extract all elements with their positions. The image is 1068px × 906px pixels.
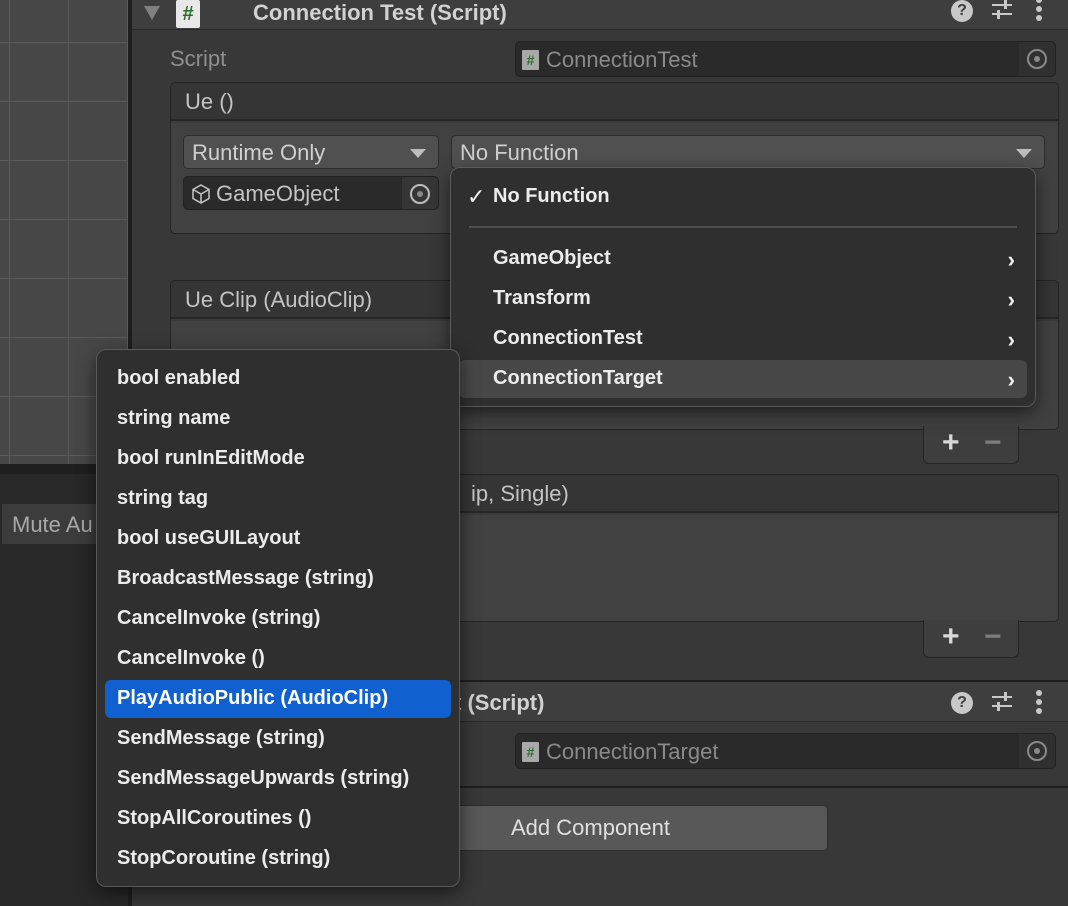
object-picker-button[interactable] — [402, 177, 438, 209]
gameobject-cube-icon — [192, 184, 210, 204]
checkmark-icon: ✓ — [467, 184, 486, 209]
script-value: ConnectionTarget — [546, 739, 719, 764]
menu-item-label: SendMessageUpwards (string) — [117, 767, 410, 789]
chevron-right-icon: › — [1007, 247, 1015, 272]
target-icon — [1027, 741, 1047, 761]
add-component-label: Add Component — [511, 815, 670, 840]
foldout-arrow-icon[interactable] — [144, 6, 160, 20]
event-header: Ue () — [171, 83, 1058, 121]
menu-item-label: PlayAudioPublic (AudioClip) — [117, 687, 389, 709]
component-header-connection-test[interactable]: # Connection Test (Script) ? — [132, 0, 1068, 30]
add-listener-button[interactable]: + — [942, 428, 960, 458]
menu-item-label: StopAllCoroutines () — [117, 807, 312, 829]
menu-item-label: string tag — [117, 487, 209, 509]
dropdown-arrow-icon — [410, 149, 426, 158]
object-picker-button[interactable] — [1019, 42, 1055, 76]
call-state-value: Runtime Only — [192, 140, 326, 165]
add-listener-button[interactable]: + — [942, 622, 960, 652]
more-options-icon[interactable] — [1035, 0, 1043, 28]
menu-item-connection-test[interactable]: ConnectionTest › — [459, 320, 1027, 358]
menu-item-label: ConnectionTest — [493, 327, 643, 349]
object-picker-button[interactable] — [1019, 734, 1055, 768]
remove-listener-button[interactable]: − — [984, 428, 1002, 458]
submenu-item[interactable]: SendMessageUpwards (string) — [105, 760, 451, 798]
target-icon — [410, 184, 430, 204]
presets-icon[interactable] — [990, 0, 1014, 28]
submenu-item[interactable]: BroadcastMessage (string) — [105, 560, 451, 598]
list-add-remove-controls: + − — [923, 426, 1019, 464]
menu-item-label: CancelInvoke (string) — [117, 607, 321, 629]
help-icon[interactable]: ? — [951, 692, 973, 714]
script-icon: # — [176, 0, 200, 28]
submenu-item[interactable]: CancelInvoke (string) — [105, 600, 451, 638]
menu-item-label: bool useGUILayout — [117, 527, 301, 549]
menu-separator — [469, 226, 1017, 228]
unity-editor: Mute Au # Connection Test (Script) ? Scr… — [0, 0, 1068, 906]
menu-item-label: ConnectionTarget — [493, 367, 663, 389]
menu-item-label: CancelInvoke () — [117, 647, 265, 669]
menu-item-label: string name — [117, 407, 231, 429]
submenu-item[interactable]: StopAllCoroutines () — [105, 800, 451, 838]
script-value: ConnectionTest — [546, 47, 698, 72]
menu-item-connection-target[interactable]: ConnectionTarget › — [459, 360, 1027, 398]
list-add-remove-controls: + − — [923, 620, 1019, 658]
submenu-item[interactable]: SendMessage (string) — [105, 720, 451, 758]
function-value: No Function — [460, 140, 579, 165]
more-options-icon[interactable] — [1035, 689, 1043, 721]
target-icon — [1027, 49, 1047, 69]
function-dropdown[interactable]: No Function — [451, 135, 1045, 169]
target-object-value: GameObject — [216, 181, 340, 206]
menu-item-label: No Function — [493, 185, 610, 207]
menu-item-label: Transform — [493, 287, 591, 309]
submenu-item[interactable]: bool runInEditMode — [105, 440, 451, 478]
submenu-item[interactable]: bool enabled — [105, 360, 451, 398]
submenu-item[interactable]: string tag — [105, 480, 451, 518]
script-file-icon: # — [522, 50, 539, 70]
menu-item-label: GameObject — [493, 247, 611, 269]
function-menu: ✓ No Function GameObject › Transform › C… — [450, 167, 1036, 407]
submenu-item[interactable]: StopCoroutine (string) — [105, 840, 451, 878]
submenu-item-selected[interactable]: PlayAudioPublic (AudioClip) — [105, 680, 451, 718]
event-header-label: Ue Clip (AudioClip) — [185, 287, 373, 312]
submenu-item[interactable]: bool useGUILayout — [105, 520, 451, 558]
script-field-label: Script — [170, 46, 227, 71]
remove-listener-button[interactable]: − — [984, 622, 1002, 652]
script-file-icon: # — [522, 742, 539, 762]
connection-target-submenu: bool enabled string name bool runInEditM… — [96, 349, 460, 887]
chevron-right-icon: › — [1007, 327, 1015, 352]
submenu-item[interactable]: string name — [105, 400, 451, 438]
submenu-item[interactable]: CancelInvoke () — [105, 640, 451, 678]
menu-item-label: bool enabled — [117, 367, 241, 389]
target-object-field[interactable]: GameObject — [183, 176, 439, 210]
menu-item-transform[interactable]: Transform › — [459, 280, 1027, 318]
menu-item-no-function[interactable]: ✓ No Function — [459, 178, 1027, 216]
script-object-field[interactable]: # ConnectionTarget — [515, 733, 1056, 769]
menu-item-label: StopCoroutine (string) — [117, 847, 331, 869]
menu-item-label: SendMessage (string) — [117, 727, 325, 749]
component-title: Connection Test (Script) — [253, 0, 507, 25]
script-object-field[interactable]: # ConnectionTest — [515, 41, 1056, 77]
event-header-label: Ue () — [185, 89, 234, 114]
dropdown-arrow-icon — [1016, 149, 1032, 158]
help-icon[interactable]: ? — [951, 0, 973, 22]
chevron-right-icon: › — [1007, 287, 1015, 312]
chevron-right-icon: › — [1007, 367, 1015, 392]
menu-item-gameobject[interactable]: GameObject › — [459, 240, 1027, 278]
presets-icon[interactable] — [990, 690, 1014, 720]
event-header-label: ip, Single) — [471, 481, 569, 506]
call-state-dropdown[interactable]: Runtime Only — [183, 135, 439, 169]
component-title: t (Script) — [454, 690, 545, 715]
menu-item-label: bool runInEditMode — [117, 447, 305, 469]
menu-item-label: BroadcastMessage (string) — [117, 567, 374, 589]
